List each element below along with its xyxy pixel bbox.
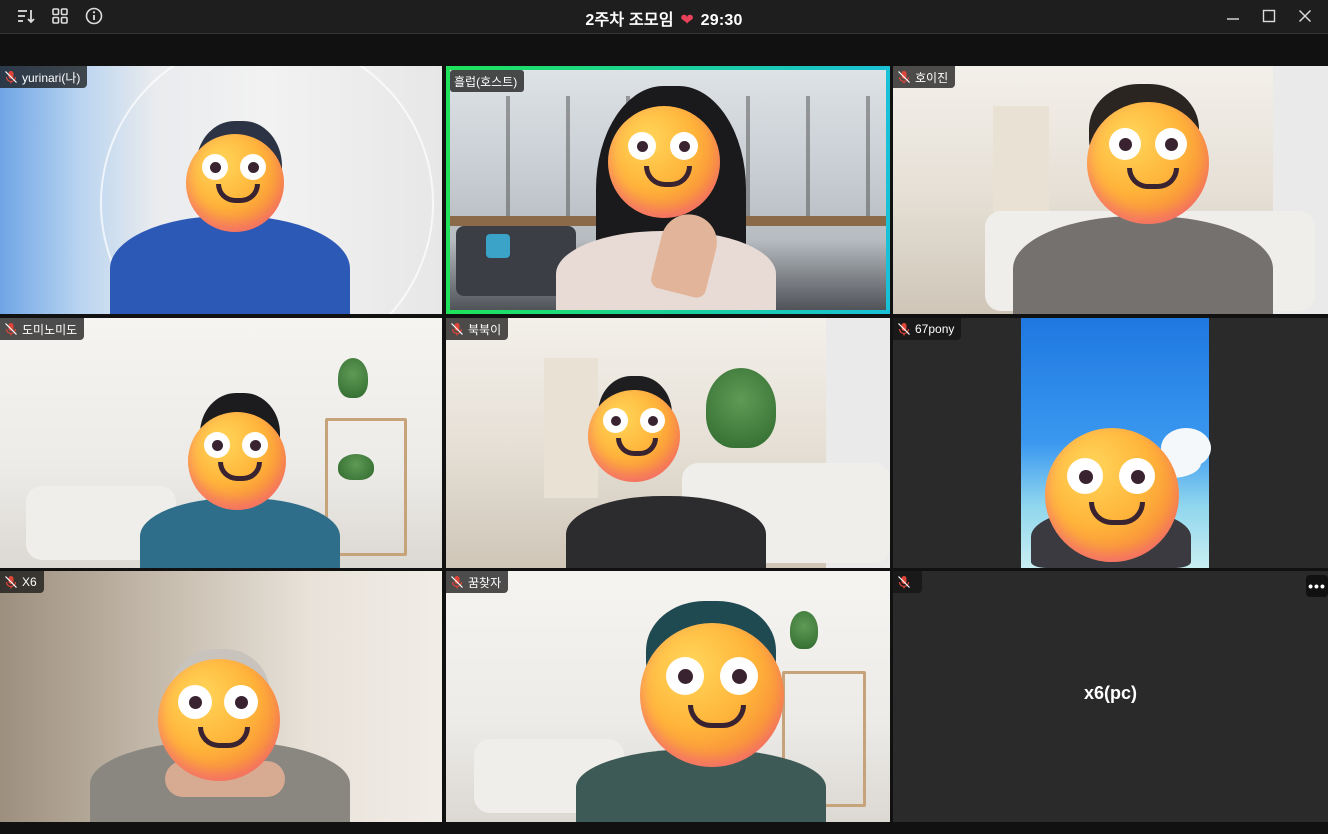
mic-muted-icon [5, 71, 17, 84]
participant-name-badge [893, 571, 922, 593]
participant-name: yurinari(나) [22, 70, 81, 85]
participant-name-badge: 호이진 [893, 66, 956, 88]
participant-name: 호이진 [915, 70, 949, 85]
video-tile-host[interactable]: 흘럽(호스트) [446, 66, 890, 314]
mic-muted-icon [898, 71, 910, 84]
heart-icon: ❤ [680, 12, 695, 29]
participant-name: 도미노미도 [22, 322, 78, 337]
video-tile-hoijin[interactable]: 호이진 [893, 66, 1328, 314]
participant-name: 북북이 [468, 322, 502, 337]
video-tile-bukbuki[interactable]: 북북이 [446, 318, 890, 568]
maximize-icon [1262, 9, 1276, 23]
video-tile-kkumchatja[interactable]: 꿈찾자 [446, 571, 890, 822]
video-tile-dominomido[interactable]: 도미노미도 [0, 318, 442, 568]
minimize-icon [1227, 18, 1239, 20]
plant-decoration [790, 611, 818, 649]
participant-name-badge: yurinari(나) [0, 66, 88, 88]
title-bar: 2주차 조모임 ❤ 29:30 [0, 0, 1328, 34]
participant-name-badge: 흘럽(호스트) [450, 70, 525, 92]
mic-muted-icon [451, 323, 463, 336]
participant-name: 67pony [915, 322, 955, 336]
pillow-decoration [486, 234, 510, 258]
maximize-button[interactable] [1254, 4, 1284, 28]
camera-off-display-name: x6(pc) [1083, 683, 1137, 703]
face-emoji-icon [640, 623, 784, 767]
participant-name: 꿈찾자 [468, 575, 502, 590]
participant-body [566, 496, 766, 568]
mic-muted-icon [5, 323, 17, 336]
meeting-title: 2주차 조모임 ❤ 29:30 [0, 6, 1328, 30]
mic-muted-icon [898, 576, 910, 589]
face-emoji-icon [1087, 102, 1209, 224]
participant-name-badge: 꿈찾자 [446, 571, 509, 593]
participant-name-badge: 북북이 [446, 318, 509, 340]
more-options-button[interactable]: ••• [1306, 575, 1328, 597]
meeting-name: 2주차 조모임 [585, 12, 674, 29]
face-emoji-icon [158, 659, 280, 781]
video-tile-67pony[interactable]: 67pony [893, 318, 1328, 568]
participant-name-badge: 67pony [893, 318, 962, 340]
face-emoji-icon [188, 412, 286, 510]
participant-name: 흘럽(호스트) [454, 74, 518, 89]
plant-decoration [706, 368, 776, 448]
face-emoji-icon [186, 134, 284, 232]
window-controls [1218, 4, 1320, 28]
participant-name-badge: 도미노미도 [0, 318, 85, 340]
participant-name: X6 [22, 575, 37, 589]
phone-video-frame [1021, 318, 1211, 568]
participant-body [1013, 216, 1273, 314]
close-icon [1299, 10, 1311, 22]
minimize-button[interactable] [1218, 4, 1248, 28]
mic-muted-icon [451, 576, 463, 589]
plant-decoration [338, 454, 374, 480]
video-tile-x6-pc[interactable]: ••• x6(pc) [893, 571, 1328, 822]
close-button[interactable] [1290, 4, 1320, 28]
face-emoji-icon [588, 390, 680, 482]
meeting-timer: 29:30 [700, 12, 743, 29]
face-emoji-icon [608, 106, 720, 218]
mic-muted-icon [5, 576, 17, 589]
participant-name-badge: X6 [0, 571, 44, 593]
video-grid: yurinari(나) 흘럽(호스트) 호이진 도미노미도 북북이 67pony… [0, 66, 1328, 822]
mic-muted-icon [898, 323, 910, 336]
plant-decoration [338, 358, 368, 398]
video-tile-yurinari[interactable]: yurinari(나) [0, 66, 442, 314]
video-tile-x6[interactable]: X6 [0, 571, 442, 822]
face-emoji-icon [1045, 428, 1179, 562]
